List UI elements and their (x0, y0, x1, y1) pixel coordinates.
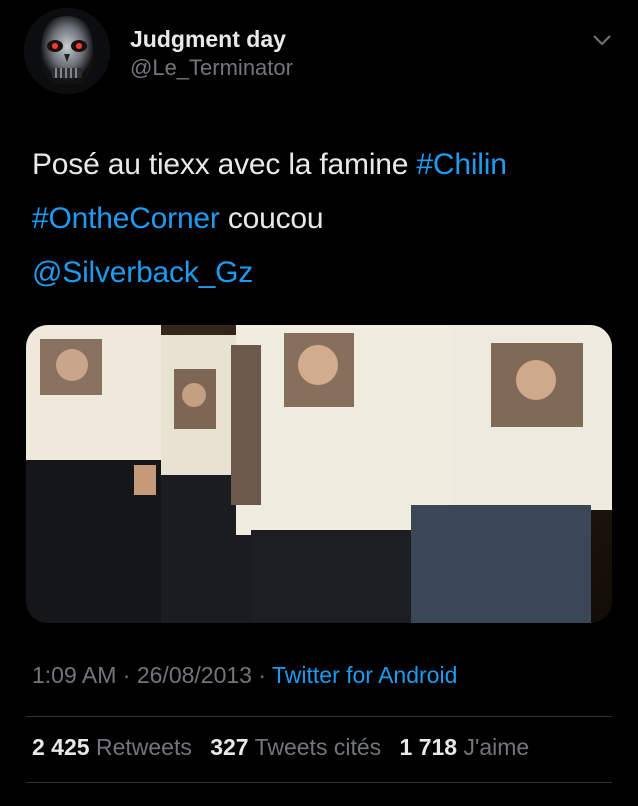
author-names[interactable]: Judgment day @Le_Terminator (130, 24, 293, 82)
divider (26, 716, 612, 717)
likes-stat[interactable]: 1 718 J'aime (400, 734, 530, 760)
tweet-meta: 1:09 AM · 26/08/2013 · Twitter for Andro… (32, 662, 457, 689)
tweet-text: Posé au tiexx avec la famine #Chilin #On… (32, 138, 612, 300)
meta-separator: · (116, 662, 137, 688)
likes-count: 1 718 (399, 734, 458, 760)
tweet-date[interactable]: 26/08/2013 (137, 662, 252, 688)
tweet-header: Judgment day @Le_Terminator (24, 8, 614, 102)
quotes-count: 327 (210, 734, 249, 760)
quotes-stat[interactable]: 327 Tweets cités (210, 734, 381, 760)
tweet-text-part: Posé au tiexx avec la famine (32, 148, 417, 181)
terminator-skull-icon (24, 8, 110, 94)
chevron-down-icon[interactable] (590, 30, 614, 50)
meta-separator: · (251, 662, 272, 688)
tweet-stats: 2 425 Retweets 327 Tweets cités 1 718 J'… (32, 734, 541, 761)
tweet-text-part: coucou (219, 202, 324, 235)
tweet-photo[interactable] (26, 325, 612, 623)
divider (26, 782, 612, 783)
retweets-label: Retweets (95, 734, 192, 760)
tweet-time[interactable]: 1:09 AM (32, 662, 116, 688)
author-handle[interactable]: @Le_Terminator (130, 54, 293, 82)
likes-label: J'aime (463, 734, 530, 760)
hashtag-link[interactable]: #Chilin (416, 148, 507, 181)
retweets-stat[interactable]: 2 425 Retweets (32, 734, 192, 760)
avatar[interactable] (24, 8, 110, 94)
quotes-label: Tweets cités (254, 734, 382, 760)
hashtag-link[interactable]: #OntheCorner (32, 202, 220, 235)
retweets-count: 2 425 (32, 734, 90, 760)
mention-link[interactable]: @Silverback_Gz (32, 256, 253, 289)
author-display-name[interactable]: Judgment day (130, 24, 293, 54)
tweet-source-link[interactable]: Twitter for Android (272, 662, 457, 688)
